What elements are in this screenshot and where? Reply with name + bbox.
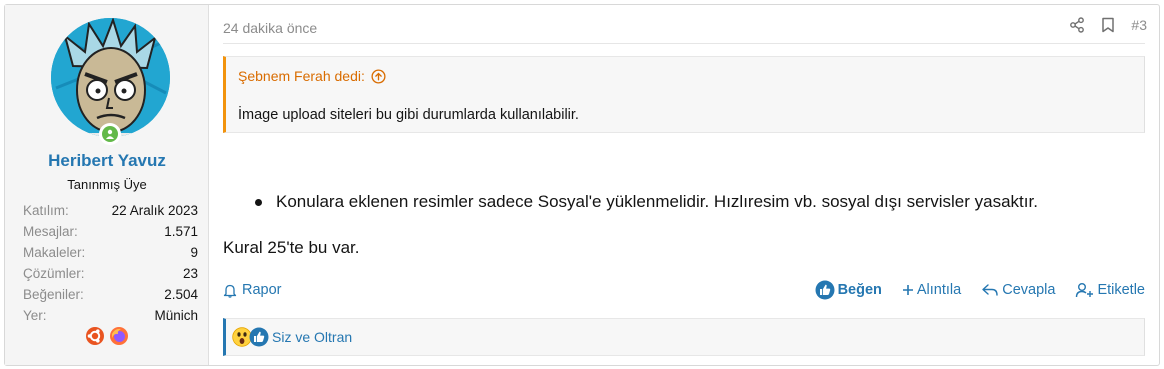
header-divider [223,43,1145,44]
quote-label: Alıntıla [916,282,962,298]
user-title: Tanınmış Üye [67,177,147,192]
stat-value[interactable]: 1.571 [164,221,198,242]
stat-label: Katılım: [23,203,69,218]
stat-row-joined: Katılım: 22 Aralık 2023 [23,200,198,221]
post-date[interactable]: 24 dakika önce [223,20,317,36]
stat-value[interactable]: 23 [183,263,198,284]
like-button[interactable]: Beğen [815,280,882,300]
user-stats: Katılım: 22 Aralık 2023 Mesajlar: 1.571 … [23,200,198,326]
report-label: Rapor [242,282,282,298]
stat-label: Makaleler: [23,245,86,260]
user-sidebar: Heribert Yavuz Tanınmış Üye Katılım: 22 … [5,5,209,365]
stat-value[interactable]: Münich [154,305,198,326]
share-icon[interactable] [1069,17,1085,33]
plus-icon [902,285,913,295]
stat-label: Yer: [23,308,47,323]
stat-row-location: Yer: Münich [23,305,198,326]
message-post: Heribert Yavuz Tanınmış Üye Katılım: 22 … [4,4,1160,366]
report-button[interactable]: Rapor [223,282,282,298]
bookmark-icon[interactable] [1101,17,1115,33]
quote-author[interactable]: Şebnem Ferah dedi: [238,68,365,84]
stat-value[interactable]: 9 [190,242,198,263]
reactions-summary-link[interactable]: Siz ve Oltran [272,329,352,345]
post-main: 24 dakika önce #3 Şebnem Ferah dedi: İma… [209,5,1159,365]
post-number-link[interactable]: #3 [1131,17,1147,33]
like-reaction-icon [249,327,269,347]
like-label: Beğen [837,282,882,298]
list-item: Konulara eklenen resimler sadece Sosyal'… [255,192,1038,212]
username[interactable]: Heribert Yavuz [5,151,209,171]
stat-label: Beğeniler: [23,287,84,302]
user-tag-icon [1076,283,1094,298]
quote-button[interactable]: Alıntıla [902,282,961,298]
stat-row-messages: Mesajlar: 1.571 [23,221,198,242]
stat-value: 22 Aralık 2023 [111,203,198,218]
ubuntu-icon [86,327,104,345]
quote-block: Şebnem Ferah dedi: İmage upload siteleri… [223,56,1145,133]
bell-icon [223,284,237,298]
quote-header[interactable]: Şebnem Ferah dedi: [238,68,386,84]
firefox-icon [110,327,128,345]
stat-row-articles: Makaleler: 9 [23,242,198,263]
list-item-text: Konulara eklenen resimler sadece Sosyal'… [276,192,1038,211]
user-badges [5,326,209,346]
quote-text: İmage upload siteleri bu gibi durumlarda… [238,107,579,123]
stat-value: 2.504 [164,287,198,302]
post-header-actions: #3 [1069,17,1147,33]
stat-row-likes: Beğeniler: 2.504 [23,284,198,305]
reply-button[interactable]: Cevapla [981,282,1055,298]
avatar-image [51,18,170,137]
stat-label: Mesajlar: [23,224,78,239]
user-online-icon [106,129,114,139]
avatar[interactable] [51,18,170,137]
post-footer-actions: Rapor Beğen Alıntıla Cevapla Etiketle [223,279,1145,301]
tag-button[interactable]: Etiketle [1075,282,1145,298]
reply-label: Cevapla [1002,282,1056,298]
post-paragraph: Kural 25'te bu var. [223,238,360,257]
reaction-icons[interactable] [232,327,269,347]
tag-label: Etiketle [1097,282,1145,298]
stat-label: Çözümler: [23,266,85,281]
reactions-bar: Siz ve Oltran [223,318,1145,356]
bullet-marker [255,198,262,206]
arrow-up-circle-icon[interactable] [371,68,386,84]
like-icon [815,280,835,300]
post-actions: Beğen Alıntıla Cevapla Etiketle [815,280,1145,300]
online-status-indicator [99,123,121,145]
reply-icon [982,284,998,296]
stat-row-solutions: Çözümler: 23 [23,263,198,284]
